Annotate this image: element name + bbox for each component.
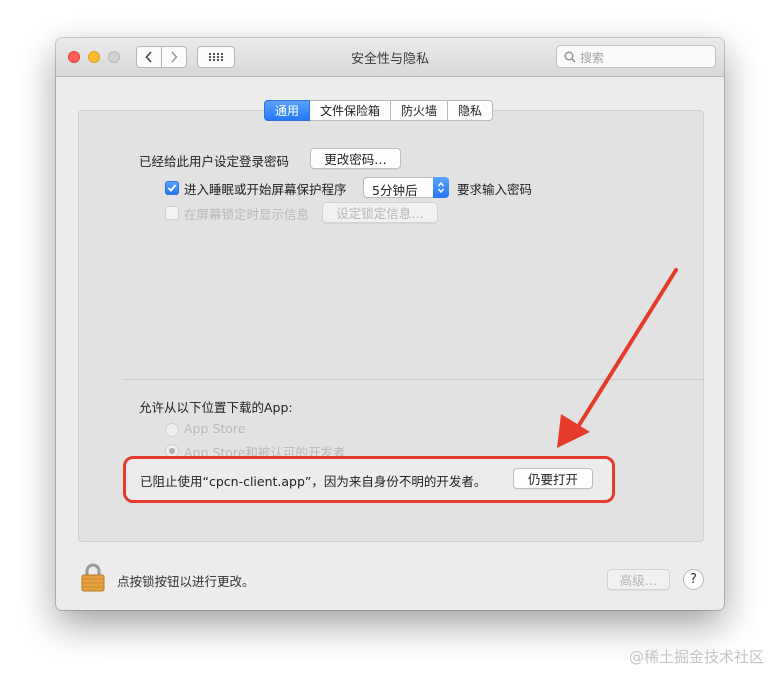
annotation-highlight: 已阻止使用“cpcn-client.app”，因为来自身份不明的开发者。 仍要打… <box>123 456 615 503</box>
advanced-button[interactable]: 高级… <box>607 569 670 590</box>
tab-general[interactable]: 通用 <box>264 100 311 121</box>
section-divider <box>123 379 703 380</box>
password-label: 已经给此用户设定登录密码 <box>139 154 290 169</box>
option-app-store-label: App Store <box>184 421 246 436</box>
require-password-label: 进入睡眠或开始屏幕保护程序 <box>184 182 347 197</box>
search-field[interactable]: 搜索 <box>556 45 716 68</box>
radio-app-store[interactable] <box>165 423 179 437</box>
lock-icon[interactable] <box>80 562 106 596</box>
watermark: @稀土掘金技术社区 <box>628 648 764 666</box>
tab-bar: 通用 文件保险箱 防火墙 隐私 <box>264 100 494 121</box>
require-password-checkbox[interactable] <box>165 181 179 195</box>
allow-download-label: 允许从以下位置下载的App: <box>139 400 293 415</box>
help-button[interactable]: ? <box>683 569 704 590</box>
tab-privacy[interactable]: 隐私 <box>448 100 494 121</box>
tab-firewall[interactable]: 防火墙 <box>391 100 449 121</box>
change-password-button[interactable]: 更改密码… <box>310 148 401 169</box>
set-lock-message-button[interactable]: 设定锁定信息… <box>322 202 438 223</box>
require-password-suffix: 要求输入密码 <box>457 182 533 197</box>
password-delay-select[interactable]: 5分钟后 <box>363 177 449 198</box>
show-message-label: 在屏幕锁定时显示信息 <box>184 207 310 222</box>
title-bar: 安全性与隐私 搜索 <box>56 38 724 77</box>
tab-filevault[interactable]: 文件保险箱 <box>310 100 392 121</box>
blocked-app-message: 已阻止使用“cpcn-client.app”，因为来自身份不明的开发者。 <box>140 474 487 489</box>
password-delay-value: 5分钟后 <box>372 183 418 198</box>
search-placeholder: 搜索 <box>580 51 605 65</box>
search-icon <box>564 51 576 63</box>
security-privacy-window: 安全性与隐私 搜索 通用 文件保险箱 防火墙 隐私 已经给此用户设定登录密码 更… <box>56 38 724 610</box>
lock-hint: 点按锁按钮以进行更改。 <box>117 574 255 589</box>
open-anyway-button[interactable]: 仍要打开 <box>513 468 593 489</box>
show-message-checkbox[interactable] <box>165 206 179 220</box>
updown-arrows-icon <box>433 177 449 198</box>
checkmark-icon <box>167 184 177 192</box>
